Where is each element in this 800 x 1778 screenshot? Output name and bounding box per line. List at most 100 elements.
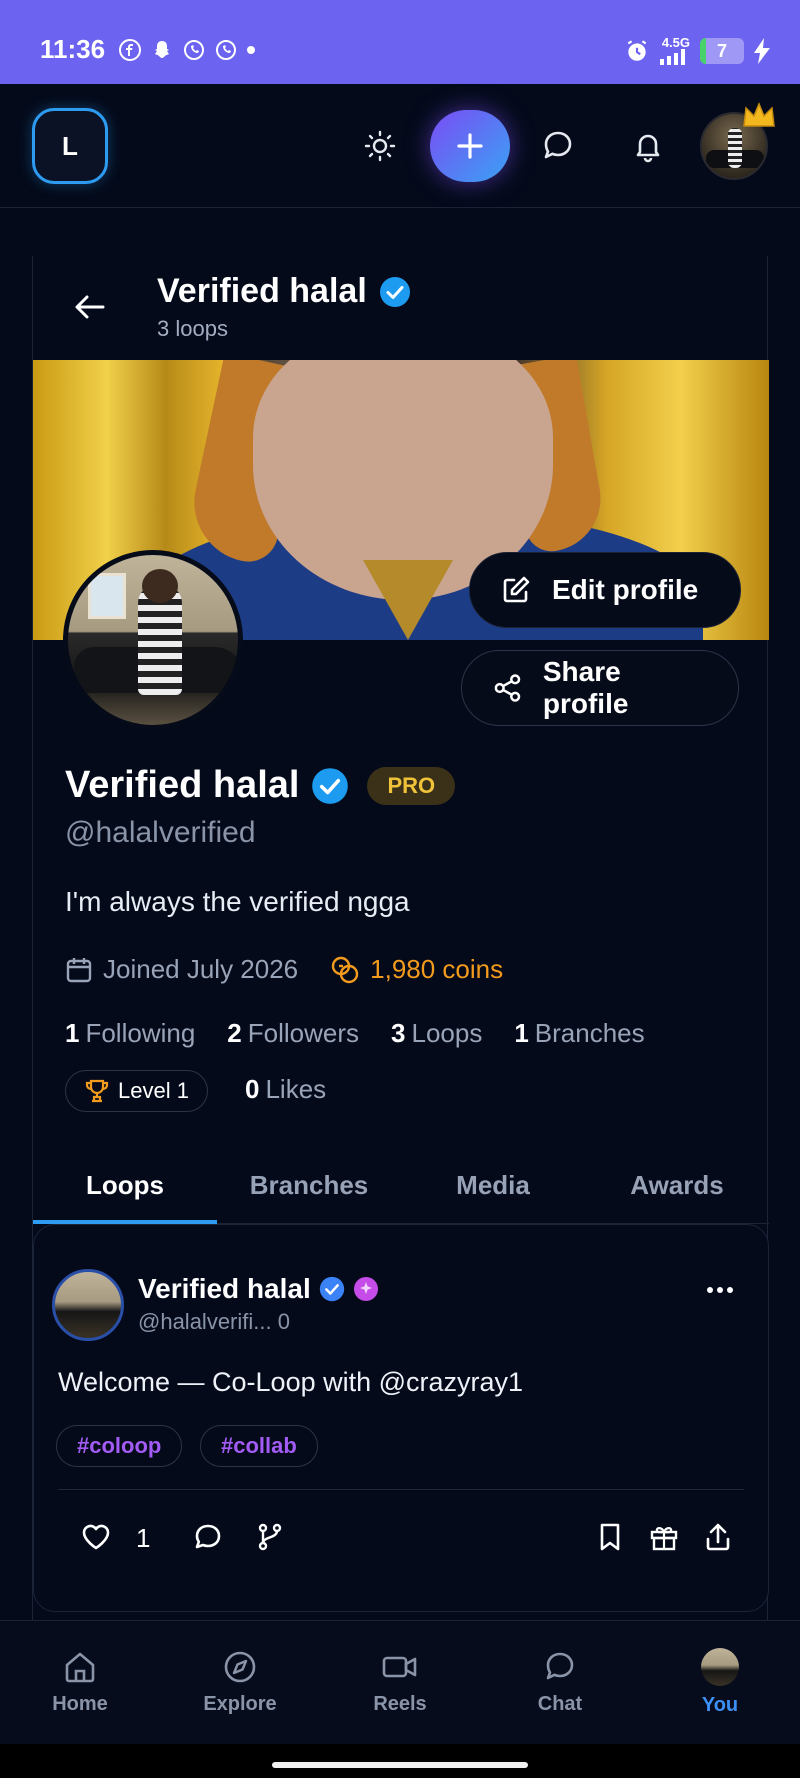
tab-awards[interactable]: Awards — [585, 1148, 769, 1223]
avatar-window-shape — [88, 573, 126, 619]
coins-balance[interactable]: 1,980 coins — [330, 954, 503, 985]
post-author-avatar[interactable] — [52, 1269, 124, 1341]
post-divider — [58, 1489, 744, 1490]
share-nodes-icon — [494, 674, 521, 702]
profile-header-name: Verified halal — [157, 272, 367, 310]
dot-icon — [247, 46, 255, 54]
crown-icon — [743, 102, 775, 127]
nav-explore[interactable]: Explore — [160, 1621, 320, 1744]
stat-label: Loops — [411, 1018, 483, 1048]
share-profile-label: Share profile — [542, 656, 629, 719]
nav-you-label: You — [701, 1694, 739, 1716]
post-author-name: Verified halal — [138, 1273, 311, 1304]
comment-icon[interactable] — [192, 1521, 224, 1553]
nav-explore-label: Explore — [203, 1693, 277, 1715]
verified-badge-icon — [319, 1276, 344, 1302]
like-count: 1 — [136, 1523, 151, 1553]
stat-value: 1 — [514, 1018, 529, 1048]
verified-badge-icon — [379, 276, 410, 307]
nav-reels[interactable]: Reels — [320, 1621, 480, 1744]
bookmark-icon[interactable] — [594, 1521, 626, 1553]
trophy-icon — [85, 1079, 109, 1103]
edit-profile-button[interactable]: Edit profile — [469, 552, 741, 628]
charging-icon — [754, 37, 770, 64]
post-text: Welcome — Co-Loop with @crazyray1 — [58, 1367, 524, 1397]
battery-level: 7 — [716, 40, 727, 61]
profile-card: Verified halal 3 loops Edit profile Shar… — [32, 256, 769, 1620]
likes-value: 0 — [245, 1074, 260, 1104]
facebook-icon — [119, 39, 141, 61]
nav-reels-label: Reels — [373, 1693, 427, 1715]
system-icons: 4.5G 7 — [624, 36, 770, 65]
stat-branches[interactable]: 1 Branches — [514, 1018, 644, 1049]
nav-chat-label: Chat — [537, 1693, 583, 1715]
alarm-icon — [627, 39, 647, 61]
profile-bio: I'm always the verified ngga — [65, 886, 410, 917]
nav-home[interactable]: Home — [0, 1621, 160, 1744]
pro-badge: PRO — [367, 766, 456, 805]
more-options-icon[interactable] — [706, 1285, 734, 1295]
edit-icon — [503, 576, 530, 603]
stat-following[interactable]: 1 Following — [65, 1018, 195, 1049]
nav-chat[interactable]: Chat — [480, 1621, 640, 1744]
messages-icon[interactable] — [540, 128, 576, 164]
chat-icon — [546, 1652, 574, 1680]
home-icon — [65, 1652, 95, 1683]
profile-handle: @halalverified — [65, 816, 256, 849]
home-indicator[interactable] — [272, 1762, 528, 1768]
coins-label: 1,980 coins — [370, 954, 504, 984]
sparkle-badge-icon — [353, 1277, 378, 1301]
avatar — [701, 1648, 739, 1686]
network-label: 4.5G — [661, 35, 690, 50]
tab-media[interactable]: Media — [401, 1148, 585, 1223]
back-arrow-icon[interactable] — [73, 290, 107, 324]
loop-post[interactable]: Verified halal @halalverifi... 0 Welcome… — [33, 1224, 769, 1612]
stat-label: Following — [85, 1018, 196, 1048]
status-time: 11:36 — [40, 34, 106, 64]
nav-home-label: Home — [52, 1693, 108, 1715]
profile-display-name: Verified halal PRO — [65, 764, 456, 807]
stat-label: Branches — [534, 1018, 645, 1048]
app-header: L — [0, 84, 800, 208]
notifications-bell-icon[interactable] — [630, 128, 666, 164]
app-logo[interactable]: L — [32, 108, 108, 184]
notification-icons — [118, 38, 256, 62]
profile-avatar[interactable] — [63, 550, 243, 730]
edit-profile-label: Edit profile — [552, 574, 699, 605]
plus-icon — [457, 133, 483, 159]
hashtag-chip[interactable]: #coloop — [56, 1425, 183, 1467]
signal-icon — [660, 49, 685, 65]
coins-icon — [331, 956, 359, 983]
gift-icon[interactable] — [648, 1521, 680, 1553]
profile-stats: 1 Following 2 Followers 3 Loops 1 Branches — [65, 1018, 645, 1049]
whatsapp-icon — [184, 40, 204, 60]
level-badge[interactable]: Level 1 — [65, 1070, 208, 1112]
share-profile-button[interactable]: Share profile — [461, 650, 739, 726]
system-nav-bar — [0, 1744, 800, 1778]
stat-label: Followers — [247, 1018, 360, 1048]
battery-indicator: 7 — [700, 37, 744, 64]
share-upload-icon[interactable] — [702, 1521, 734, 1553]
network-indicator: 4.5G — [660, 36, 690, 65]
display-name-text: Verified halal — [65, 764, 300, 806]
tab-branches[interactable]: Branches — [217, 1148, 401, 1223]
profile-header-title: Verified halal — [157, 272, 411, 311]
stat-followers[interactable]: 2 Followers — [227, 1018, 359, 1049]
branch-icon[interactable] — [254, 1521, 286, 1553]
joined-date: Joined July 2026 — [103, 954, 299, 984]
post-handle-meta: @halalverifi... 0 — [138, 1309, 290, 1334]
whatsapp-business-icon — [216, 40, 236, 60]
nav-you[interactable]: You — [640, 1621, 800, 1744]
calendar-icon — [66, 957, 92, 982]
tab-loops[interactable]: Loops — [33, 1148, 217, 1224]
like-heart-icon[interactable] — [80, 1521, 112, 1553]
stat-value: 2 — [227, 1018, 242, 1048]
create-button[interactable] — [430, 110, 510, 182]
verified-badge-icon — [312, 767, 349, 804]
snapchat-icon — [155, 41, 169, 58]
avatar-person-shape — [728, 128, 742, 168]
hashtag-chip[interactable]: #collab — [200, 1425, 318, 1467]
theme-toggle-icon[interactable] — [362, 128, 398, 164]
stat-loops[interactable]: 3 Loops — [391, 1018, 482, 1049]
compass-icon — [224, 1651, 256, 1683]
